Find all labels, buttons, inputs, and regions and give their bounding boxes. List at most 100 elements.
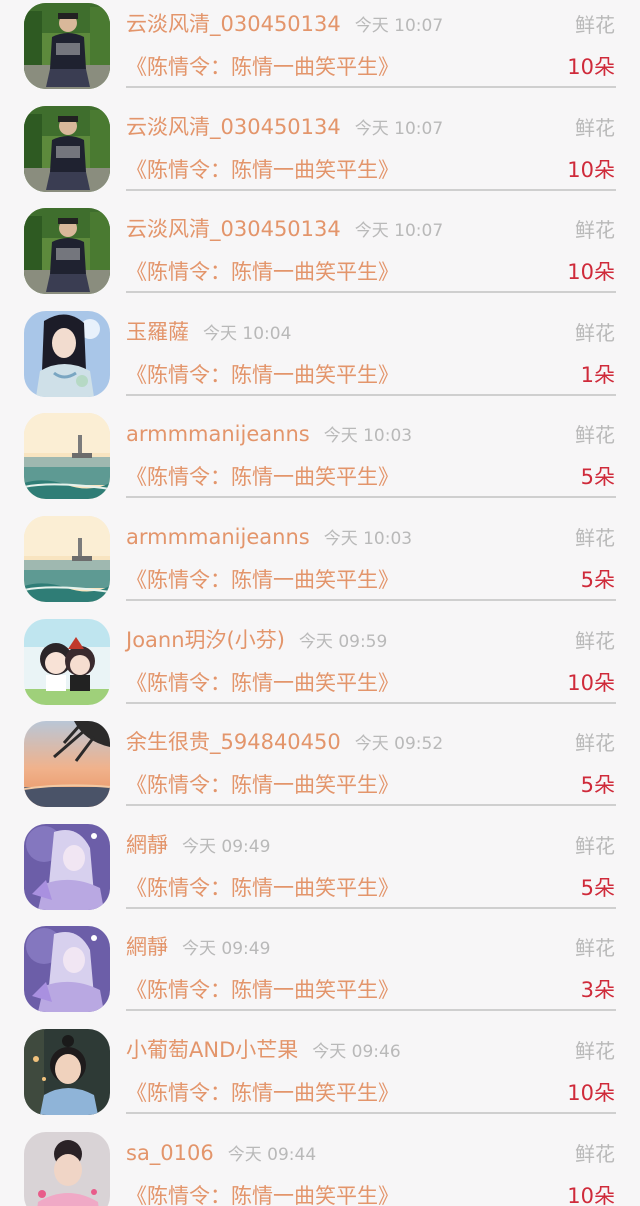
book-title[interactable]: 《陈情令：陈情一曲笑平生》 [126,1079,399,1107]
sender-name-line: 云淡风清_030450134 今天 10:07 [126,215,443,245]
divider [126,291,616,294]
book-title[interactable]: 《陈情令：陈情一曲笑平生》 [126,463,399,491]
gift-amount: 10朵 [567,1183,615,1206]
sender-name[interactable]: 云淡风清_030450134 [126,115,341,139]
gift-record-list: 云淡风清_030450134 今天 10:07 鲜花 《陈情令：陈情一曲笑平生》 … [0,0,640,1206]
gift-type: 鲜花 [575,833,615,858]
gift-record-item[interactable]: Joann玥汐(小芬) 今天 09:59 鲜花 《陈情令：陈情一曲笑平生》 10朵 [0,616,640,719]
gift-amount: 5朵 [580,567,615,592]
send-time: 今天 10:07 [354,221,444,242]
send-time: 今天 09:44 [227,1144,317,1165]
gift-amount: 10朵 [567,1080,615,1105]
send-time: 今天 10:04 [203,323,292,344]
sender-name-line: armmmanijeanns 今天 10:03 [126,420,412,450]
gift-record-item[interactable]: 余生很贵_594840450 今天 09:52 鲜花 《陈情令：陈情一曲笑平生》 … [0,718,640,821]
gift-type: 鲜花 [575,13,615,37]
gift-type: 鲜花 [575,936,615,961]
sender-name[interactable]: armmmanijeanns [126,525,310,549]
sender-name[interactable]: 云淡风清_030450134 [126,12,341,36]
sender-name-line: armmmanijeanns 今天 10:03 [126,523,412,553]
sender-name-line: 玉羅薩 今天 10:04 [126,318,291,348]
divider [126,86,616,88]
divider [126,701,616,704]
avatar[interactable] [24,1028,110,1115]
sender-name[interactable]: armmmanijeanns [126,422,310,446]
avatar[interactable] [24,823,110,910]
gift-type: 鲜花 [575,1038,615,1063]
gift-type: 鲜花 [575,525,615,550]
gift-amount: 5朵 [580,875,615,900]
gift-record-item[interactable]: 玉羅薩 今天 10:04 鲜花 《陈情令：陈情一曲笑平生》 1朵 [0,308,640,411]
sender-name[interactable]: 云淡风清_030450134 [126,217,341,241]
sender-name[interactable]: 網靜 [126,935,168,959]
book-title[interactable]: 《陈情令：陈情一曲笑平生》 [126,771,399,799]
sender-name-line: 云淡风清_030450134 今天 10:07 [126,113,443,143]
gift-type: 鲜花 [575,628,615,653]
avatar[interactable] [24,208,110,295]
sender-name[interactable]: Joann玥汐(小芬) [126,628,285,652]
avatar[interactable] [24,515,110,602]
gift-record-item[interactable]: 云淡风清_030450134 今天 10:07 鲜花 《陈情令：陈情一曲笑平生》 … [0,0,640,103]
gift-record-item[interactable]: 網靜 今天 09:49 鲜花 《陈情令：陈情一曲笑平生》 3朵 [0,923,640,1026]
gift-amount: 10朵 [567,670,615,695]
sender-name-line: 云淡风清_030450134 今天 10:07 [126,10,443,40]
gift-type: 鲜花 [575,320,615,345]
sender-name-line: 網靜 今天 09:49 [126,933,270,963]
send-time: 今天 10:03 [323,528,413,549]
avatar[interactable] [24,310,110,397]
gift-record-item[interactable]: sa_0106 今天 09:44 鲜花 《陈情令：陈情一曲笑平生》 10朵 [0,1129,640,1206]
sender-name[interactable]: 玉羅薩 [126,320,189,344]
avatar[interactable] [24,3,110,89]
avatar[interactable] [24,105,110,192]
sender-name[interactable]: sa_0106 [126,1141,214,1165]
book-title[interactable]: 《陈情令：陈情一曲笑平生》 [126,976,399,1004]
book-title[interactable]: 《陈情令：陈情一曲笑平生》 [126,361,399,389]
avatar[interactable] [24,413,110,500]
sender-name-line: Joann玥汐(小芬) 今天 09:59 [126,626,387,656]
divider [126,598,616,601]
gift-record-item[interactable]: 云淡风清_030450134 今天 10:07 鲜花 《陈情令：陈情一曲笑平生》 … [0,103,640,206]
book-title[interactable]: 《陈情令：陈情一曲笑平生》 [126,874,399,902]
send-time: 今天 09:46 [312,1041,401,1062]
avatar[interactable] [24,926,110,1013]
divider [126,188,616,191]
avatar[interactable] [24,618,110,705]
book-title[interactable]: 《陈情令：陈情一曲笑平生》 [126,258,399,286]
gift-amount: 5朵 [580,465,615,490]
book-title[interactable]: 《陈情令：陈情一曲笑平生》 [126,1182,399,1206]
book-title[interactable]: 《陈情令：陈情一曲笑平生》 [126,669,399,697]
divider [126,906,616,909]
divider [126,1009,616,1012]
book-title[interactable]: 《陈情令：陈情一曲笑平生》 [126,53,399,81]
send-time: 今天 09:59 [298,631,388,652]
send-time: 今天 09:49 [182,836,271,857]
sender-name-line: 余生很贵_594840450 今天 09:52 [126,728,443,758]
send-time: 今天 10:03 [323,426,413,447]
gift-type: 鲜花 [575,731,615,756]
gift-record-item[interactable]: 小葡萄AND小芒果 今天 09:46 鲜花 《陈情令：陈情一曲笑平生》 10朵 [0,1026,640,1129]
gift-type: 鲜花 [575,423,615,448]
gift-type: 鲜花 [575,115,615,140]
gift-amount: 10朵 [567,260,615,285]
avatar[interactable] [24,721,110,808]
divider [126,393,616,396]
gift-amount: 3朵 [580,978,615,1003]
sender-name[interactable]: 網靜 [126,833,168,857]
book-title[interactable]: 《陈情令：陈情一曲笑平生》 [126,156,399,184]
gift-amount: 10朵 [567,157,615,182]
divider [126,804,616,807]
sender-name-line: 小葡萄AND小芒果 今天 09:46 [126,1036,401,1066]
gift-record-item[interactable]: armmmanijeanns 今天 10:03 鲜花 《陈情令：陈情一曲笑平生》 … [0,513,640,616]
gift-record-item[interactable]: 云淡风清_030450134 今天 10:07 鲜花 《陈情令：陈情一曲笑平生》 … [0,205,640,308]
sender-name[interactable]: 小葡萄AND小芒果 [126,1038,298,1062]
book-title[interactable]: 《陈情令：陈情一曲笑平生》 [126,566,399,594]
send-time: 今天 09:52 [354,734,444,755]
gift-record-item[interactable]: armmmanijeanns 今天 10:03 鲜花 《陈情令：陈情一曲笑平生》 … [0,410,640,513]
avatar[interactable] [24,1131,110,1206]
sender-name[interactable]: 余生很贵_594840450 [126,730,341,754]
gift-amount: 5朵 [580,773,615,798]
gift-amount: 10朵 [567,55,615,79]
send-time: 今天 09:49 [182,939,271,960]
divider [126,1111,616,1114]
gift-record-item[interactable]: 網靜 今天 09:49 鲜花 《陈情令：陈情一曲笑平生》 5朵 [0,821,640,924]
